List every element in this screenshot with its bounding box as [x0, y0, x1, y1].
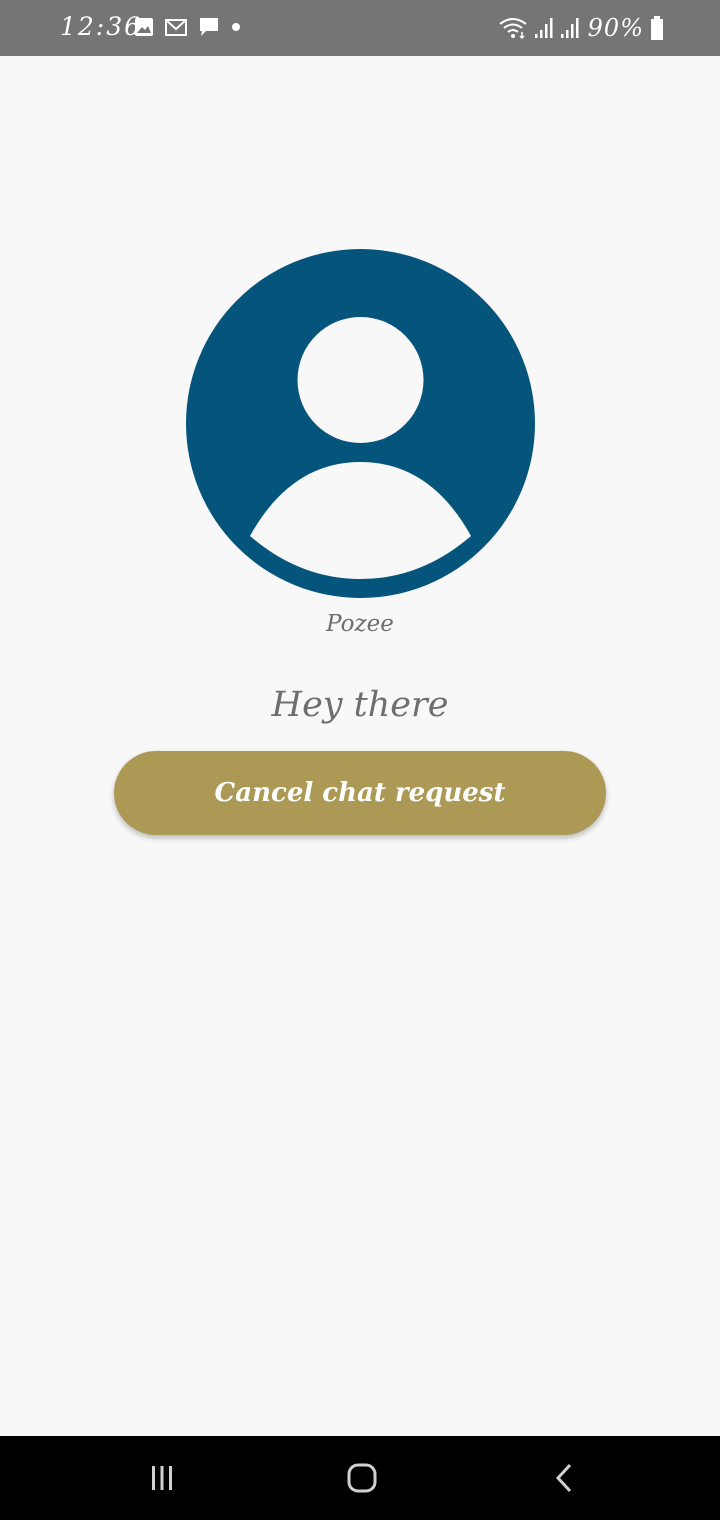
system-icons: 90% — [498, 14, 664, 42]
signal-icon — [534, 18, 553, 38]
avatar-head — [297, 317, 424, 443]
status-bar: 12:36 90% — [0, 0, 720, 56]
home-button[interactable] — [342, 1458, 382, 1498]
navigation-bar — [0, 1436, 720, 1520]
battery-percent: 90% — [587, 14, 644, 42]
avatar[interactable] — [186, 249, 535, 598]
home-icon — [347, 1463, 377, 1493]
battery-icon — [651, 16, 663, 40]
status-time: 12:36 — [60, 12, 143, 41]
signal-icon — [560, 18, 579, 38]
notification-icons — [134, 16, 242, 38]
user-status: Hey there — [271, 685, 449, 725]
recents-icon — [152, 1466, 172, 1490]
user-name: Pozee — [326, 611, 394, 637]
dot-icon — [232, 23, 240, 31]
cancel-chat-request-button[interactable]: Cancel chat request — [114, 751, 606, 835]
image-icon — [135, 18, 153, 36]
back-button[interactable] — [544, 1458, 584, 1498]
back-icon — [555, 1463, 572, 1493]
message-icon — [200, 18, 218, 36]
gmail-icon — [165, 19, 187, 36]
profile-screen: Pozee Hey there Cancel chat request — [0, 56, 720, 1436]
recents-button[interactable] — [142, 1458, 182, 1498]
wifi-icon — [499, 18, 527, 40]
